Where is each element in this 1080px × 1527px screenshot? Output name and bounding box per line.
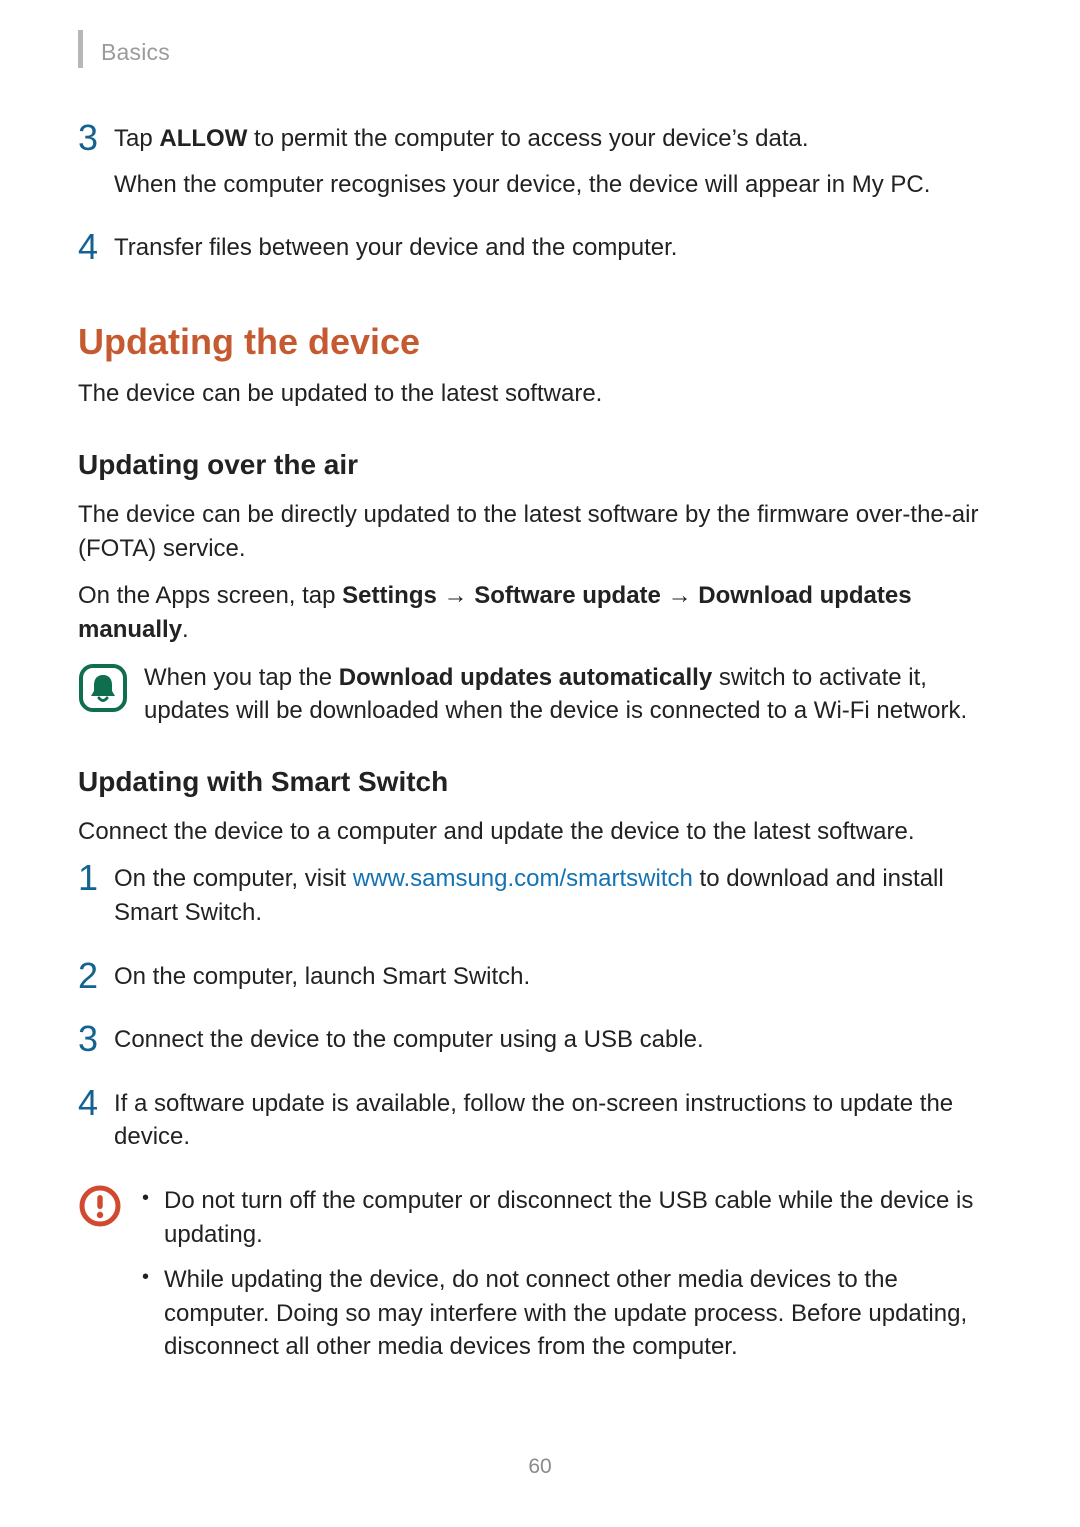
- bell-note-icon: [78, 663, 128, 713]
- text: Tap: [114, 125, 159, 152]
- step-text: Transfer files between your device and t…: [114, 231, 1006, 265]
- step-number: 3: [78, 1021, 114, 1057]
- page-header: Basics: [78, 36, 1006, 68]
- step-body: On the computer, visit www.samsung.com/s…: [114, 862, 1006, 941]
- note-icon: [78, 663, 130, 723]
- step-number: 3: [78, 120, 114, 156]
- step-number: 4: [78, 229, 114, 265]
- step-number: 1: [78, 860, 114, 896]
- text: On the computer, visit: [114, 865, 353, 892]
- caution-item: Do not turn off the computer or disconne…: [134, 1184, 1006, 1251]
- ota-intro: The device can be directly updated to th…: [78, 498, 1006, 565]
- exclamation-caution-icon: [78, 1184, 122, 1228]
- software-update-label: Software update: [474, 582, 661, 609]
- text: to permit the computer to access your de…: [247, 125, 808, 152]
- text: On the Apps screen, tap: [78, 582, 342, 609]
- caution-list: Do not turn off the computer or disconne…: [134, 1184, 1006, 1364]
- ota-path: On the Apps screen, tap Settings → Softw…: [78, 579, 1006, 646]
- section-intro: The device can be updated to the latest …: [78, 377, 1006, 411]
- ss-step-3: 3 Connect the device to the computer usi…: [78, 1023, 1006, 1069]
- auto-download-label: Download updates automatically: [339, 664, 712, 691]
- caution-item: While updating the device, do not connec…: [134, 1263, 1006, 1364]
- caution-block: Do not turn off the computer or disconne…: [78, 1184, 1006, 1376]
- step-body: If a software update is available, follo…: [114, 1087, 1006, 1166]
- step-text: On the computer, launch Smart Switch.: [114, 960, 1006, 994]
- page: Basics 3 Tap ALLOW to permit the compute…: [0, 0, 1080, 1527]
- smartswitch-intro: Connect the device to a computer and upd…: [78, 815, 1006, 849]
- arrow: →: [437, 582, 474, 609]
- step-text: Connect the device to the computer using…: [114, 1023, 1006, 1057]
- ss-step-2: 2 On the computer, launch Smart Switch.: [78, 960, 1006, 1006]
- step-number: 2: [78, 958, 114, 994]
- step-text-line1: Tap ALLOW to permit the computer to acce…: [114, 122, 1006, 156]
- step-body: On the computer, launch Smart Switch.: [114, 960, 1006, 1006]
- header-divider: [78, 30, 83, 68]
- settings-label: Settings: [342, 582, 437, 609]
- step-text: If a software update is available, follo…: [114, 1087, 1006, 1154]
- step-number: 4: [78, 1085, 114, 1121]
- smartswitch-steps: 1 On the computer, visit www.samsung.com…: [78, 862, 1006, 1166]
- step-4: 4 Transfer files between your device and…: [78, 231, 1006, 277]
- caution-icon: [78, 1184, 126, 1238]
- step-body: Connect the device to the computer using…: [114, 1023, 1006, 1069]
- step-3: 3 Tap ALLOW to permit the computer to ac…: [78, 122, 1006, 213]
- step-body: Transfer files between your device and t…: [114, 231, 1006, 277]
- note-body: When you tap the Download updates automa…: [144, 661, 1006, 728]
- note-block: When you tap the Download updates automa…: [78, 661, 1006, 728]
- page-number: 60: [0, 1452, 1080, 1481]
- continued-steps: 3 Tap ALLOW to permit the computer to ac…: [78, 122, 1006, 277]
- step-body: Tap ALLOW to permit the computer to acce…: [114, 122, 1006, 213]
- arrow: →: [661, 582, 698, 609]
- caution-body: Do not turn off the computer or disconne…: [134, 1184, 1006, 1376]
- h1-updating-the-device: Updating the device: [78, 317, 1006, 367]
- h2-updating-over-the-air: Updating over the air: [78, 445, 1006, 484]
- text: .: [182, 616, 189, 643]
- step-text-line2: When the computer recognises your device…: [114, 168, 1006, 202]
- h2-smart-switch: Updating with Smart Switch: [78, 762, 1006, 801]
- ss-step-1: 1 On the computer, visit www.samsung.com…: [78, 862, 1006, 941]
- header-section-name: Basics: [101, 36, 170, 68]
- allow-label: ALLOW: [159, 125, 247, 152]
- smartswitch-link[interactable]: www.samsung.com/smartswitch: [353, 865, 693, 892]
- ss-step-4: 4 If a software update is available, fol…: [78, 1087, 1006, 1166]
- step-text: On the computer, visit www.samsung.com/s…: [114, 862, 1006, 929]
- text: When you tap the: [144, 664, 339, 691]
